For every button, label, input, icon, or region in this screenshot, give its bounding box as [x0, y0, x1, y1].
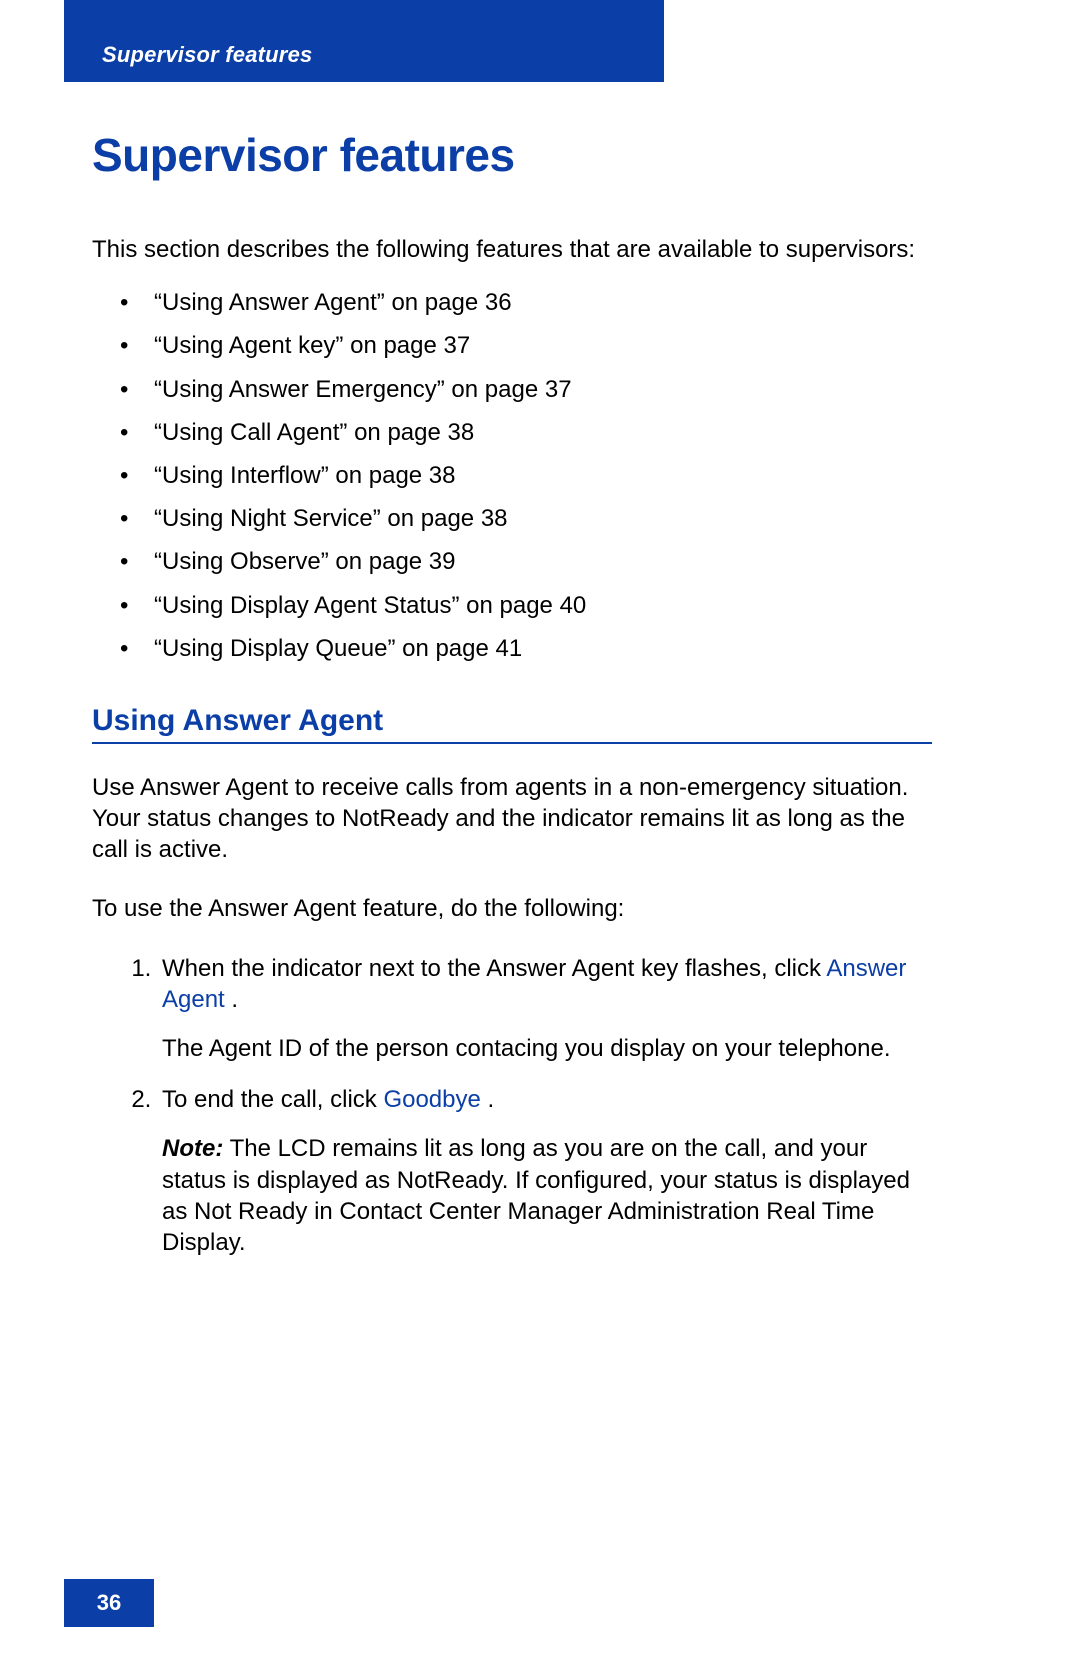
- note-body: The LCD remains lit as long as you are o…: [162, 1135, 910, 1256]
- toc-item: “Using Answer Emergency” on page 37: [120, 374, 932, 405]
- page-number: 36: [97, 1590, 121, 1616]
- step-body: To end the call, click Goodbye .: [162, 1084, 932, 1115]
- note-label: Note:: [162, 1135, 223, 1162]
- step-note: Note: The LCD remains lit as long as you…: [162, 1133, 932, 1258]
- section-heading: Using Answer Agent: [92, 704, 932, 744]
- step-action-link[interactable]: Goodbye: [383, 1086, 480, 1113]
- step-result: The Agent ID of the person contacing you…: [162, 1033, 932, 1064]
- toc-item: “Using Call Agent” on page 38: [120, 417, 932, 448]
- toc-item: “Using Interflow” on page 38: [120, 460, 932, 491]
- step-text-post: .: [481, 1086, 494, 1113]
- running-head-text: Supervisor features: [102, 42, 312, 68]
- toc-item: “Using Answer Agent” on page 36: [120, 287, 932, 318]
- page-title: Supervisor features: [92, 128, 932, 182]
- toc-item: “Using Display Queue” on page 41: [120, 633, 932, 664]
- page-content: Supervisor features This section describ…: [92, 112, 932, 1286]
- steps-list: When the indicator next to the Answer Ag…: [92, 953, 932, 1259]
- step-text-post: .: [225, 986, 238, 1013]
- step-body: When the indicator next to the Answer Ag…: [162, 953, 932, 1015]
- page-number-tab: 36: [64, 1579, 154, 1627]
- toc-item: “Using Observe” on page 39: [120, 546, 932, 577]
- toc-item: “Using Display Agent Status” on page 40: [120, 590, 932, 621]
- toc-list: “Using Answer Agent” on page 36 “Using A…: [92, 287, 932, 664]
- section-description: Use Answer Agent to receive calls from a…: [92, 772, 932, 866]
- toc-item: “Using Agent key” on page 37: [120, 330, 932, 361]
- toc-item: “Using Night Service” on page 38: [120, 503, 932, 534]
- step-text-pre: To end the call, click: [162, 1086, 383, 1113]
- step-item: When the indicator next to the Answer Ag…: [158, 953, 932, 1065]
- section-lead-in: To use the Answer Agent feature, do the …: [92, 893, 932, 924]
- intro-paragraph: This section describes the following fea…: [92, 234, 932, 265]
- step-text-pre: When the indicator next to the Answer Ag…: [162, 955, 826, 982]
- step-item: To end the call, click Goodbye . Note: T…: [158, 1084, 932, 1258]
- running-head-tab: Supervisor features: [64, 0, 664, 82]
